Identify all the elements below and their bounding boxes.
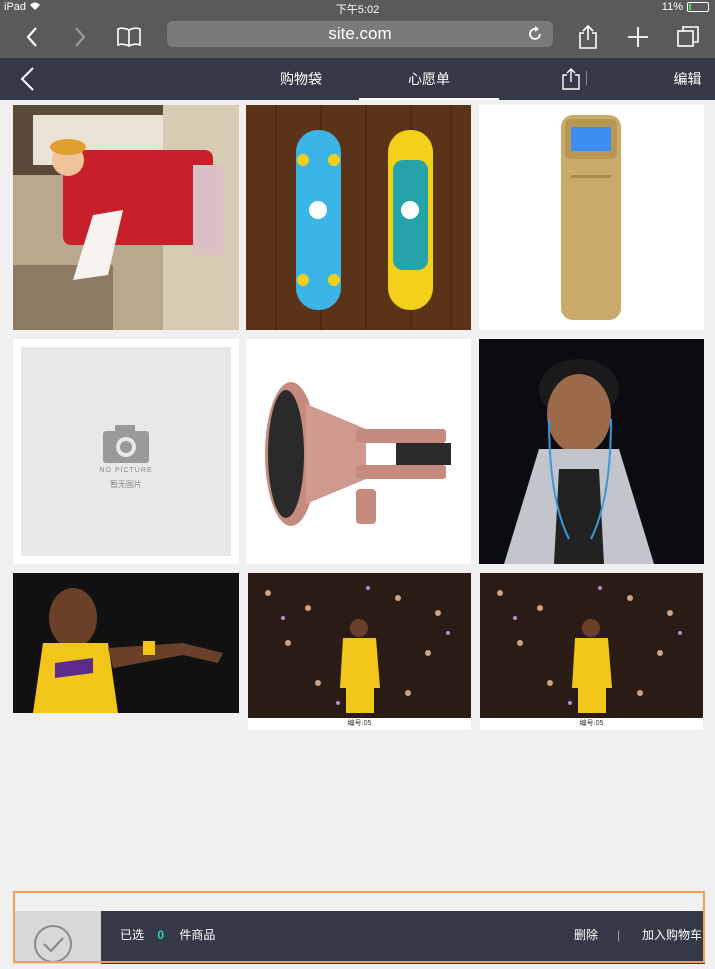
battery-fill [689, 4, 691, 10]
tab-wishlist[interactable]: 心愿单 [359, 58, 499, 100]
new-tab-icon[interactable] [623, 16, 653, 58]
bottom-action-bar: 已选 0 件商品 删除 | 加入购物车 [13, 911, 705, 964]
product-tile-car-phone-mount[interactable] [246, 339, 471, 564]
tab-shopping-bag[interactable]: 购物袋 [245, 58, 357, 100]
product-tile-skateboards[interactable] [246, 105, 471, 330]
reload-icon[interactable] [527, 25, 543, 48]
selected-count-text: 已选 0 件商品 [120, 911, 215, 964]
product-tile-thermos-bottle[interactable] [479, 105, 704, 330]
status-time: 下午5:02 [335, 4, 380, 16]
action-divider: | [617, 928, 621, 942]
tabs-icon[interactable] [673, 16, 703, 58]
product-tile-tissue-box[interactable] [13, 105, 239, 330]
product-tile-basketball-crowd-1[interactable]: 编号:05 [248, 573, 471, 730]
product-tile-man-with-earphones[interactable] [479, 339, 704, 564]
product-tile-basketball-player[interactable] [13, 573, 239, 713]
battery-indicator: 11% [662, 1, 709, 13]
header-divider [586, 71, 587, 85]
delete-button[interactable]: 删除 [574, 911, 598, 964]
app-back-icon[interactable] [18, 66, 36, 97]
select-all-checkbox[interactable] [13, 911, 101, 964]
selected-suffix: 件商品 [179, 928, 216, 942]
no-picture-label-en: NO PICTURE [99, 467, 153, 474]
product-tile-no-picture[interactable]: NO PICTURE 暂无图片 [13, 339, 239, 564]
no-picture-label-cn: 暂无图片 [110, 480, 142, 489]
product-caption: 编号:05 [248, 718, 471, 730]
add-to-cart-button[interactable]: 加入购物车 [642, 911, 702, 964]
app-header: 购物袋 心愿单 编辑 [0, 58, 715, 100]
battery-percent: 11% [661, 1, 683, 13]
battery-icon [687, 2, 709, 12]
product-caption: 编号:05 [480, 718, 703, 730]
browser-toolbar: site.com [0, 16, 715, 58]
edit-button[interactable]: 编辑 [660, 58, 715, 100]
selected-prefix: 已选 [120, 928, 145, 942]
check-circle-icon [34, 925, 72, 963]
bookmarks-icon[interactable] [113, 16, 145, 58]
app-share-icon[interactable] [560, 67, 582, 96]
status-bar: iPad 下午5:02 11% [0, 0, 715, 16]
share-icon[interactable] [574, 16, 602, 58]
forward-icon[interactable] [66, 16, 94, 58]
selected-count: 0 [157, 928, 165, 942]
address-bar[interactable]: site.com [167, 21, 553, 47]
product-tile-basketball-crowd-2[interactable]: 编号:05 [480, 573, 703, 730]
back-icon[interactable] [18, 16, 46, 58]
url-text: site.com [328, 24, 392, 43]
